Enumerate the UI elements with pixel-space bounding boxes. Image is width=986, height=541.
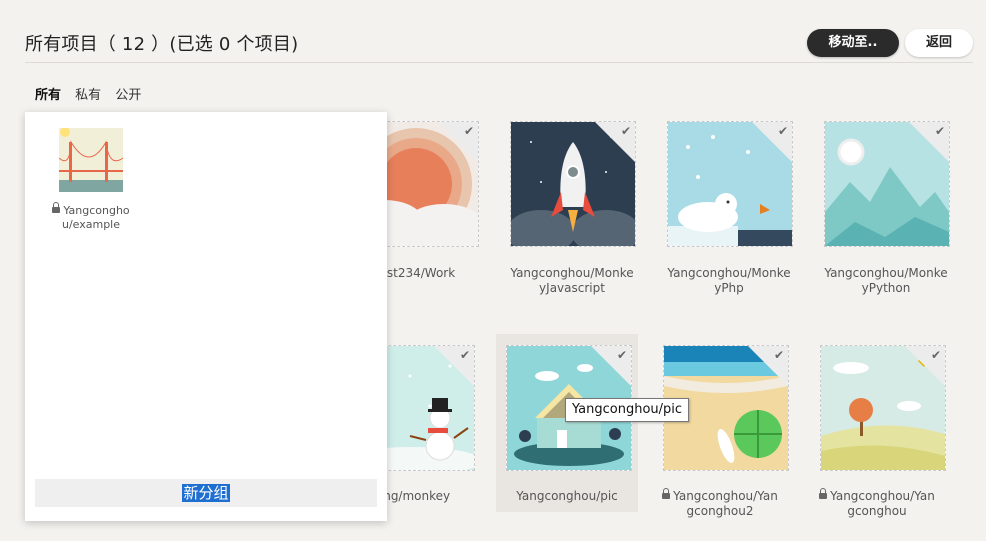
page-title: 所有项目（ 12 ）(已选 0 个项目) [25, 34, 299, 55]
select-check-icon[interactable]: ✔ [778, 124, 788, 138]
project-label[interactable]: Yangconghou/MonkeyJavascript [507, 266, 637, 296]
filter-tabs: 所有 私有 公开 [35, 84, 151, 103]
tab-private[interactable]: 私有 [75, 88, 101, 103]
lock-icon [819, 488, 828, 499]
example-project-thumbnail[interactable] [59, 128, 123, 192]
project-card-monkeyjavascript[interactable]: ✔ [510, 121, 636, 247]
project-label[interactable]: Yangconghou/Yangconghou [817, 488, 937, 519]
lock-icon [52, 202, 61, 213]
select-check-icon[interactable]: ✔ [935, 124, 945, 138]
project-label[interactable]: Yangconghou/MonkeyPhp [664, 266, 794, 296]
new-group-field[interactable]: 新分组 [35, 479, 377, 507]
select-check-icon[interactable]: ✔ [617, 348, 627, 362]
project-card-yangconghou[interactable]: ✔ [820, 345, 946, 471]
new-group-label: 新分组 [182, 484, 230, 502]
project-label[interactable]: Yangconghou/Yangconghou2 [660, 488, 780, 519]
header-divider [25, 62, 973, 63]
example-project-label[interactable]: Yangconghou/example [51, 202, 131, 232]
select-check-icon[interactable]: ✔ [621, 124, 631, 138]
project-label[interactable]: Yangconghou/MonkeyPython [821, 266, 951, 296]
tab-all[interactable]: 所有 [35, 88, 61, 103]
bridge-thumbnail [59, 128, 123, 192]
select-check-icon[interactable]: ✔ [464, 124, 474, 138]
back-button[interactable]: 返回 [905, 29, 973, 57]
lock-icon [662, 488, 671, 499]
select-check-icon[interactable]: ✔ [774, 348, 784, 362]
move-to-button[interactable]: 移动至.. [807, 29, 899, 57]
tooltip: Yangconghou/pic [565, 398, 690, 422]
project-card-monkeyphp[interactable]: ✔ [667, 121, 793, 247]
select-check-icon[interactable]: ✔ [460, 348, 470, 362]
tab-public[interactable]: 公开 [115, 88, 141, 103]
select-check-icon[interactable]: ✔ [931, 348, 941, 362]
group-panel: Yangconghou/example 新分组 [25, 112, 387, 521]
project-label[interactable]: Yangconghou/pic [502, 489, 632, 504]
project-card-monkeypython[interactable]: ✔ [824, 121, 950, 247]
